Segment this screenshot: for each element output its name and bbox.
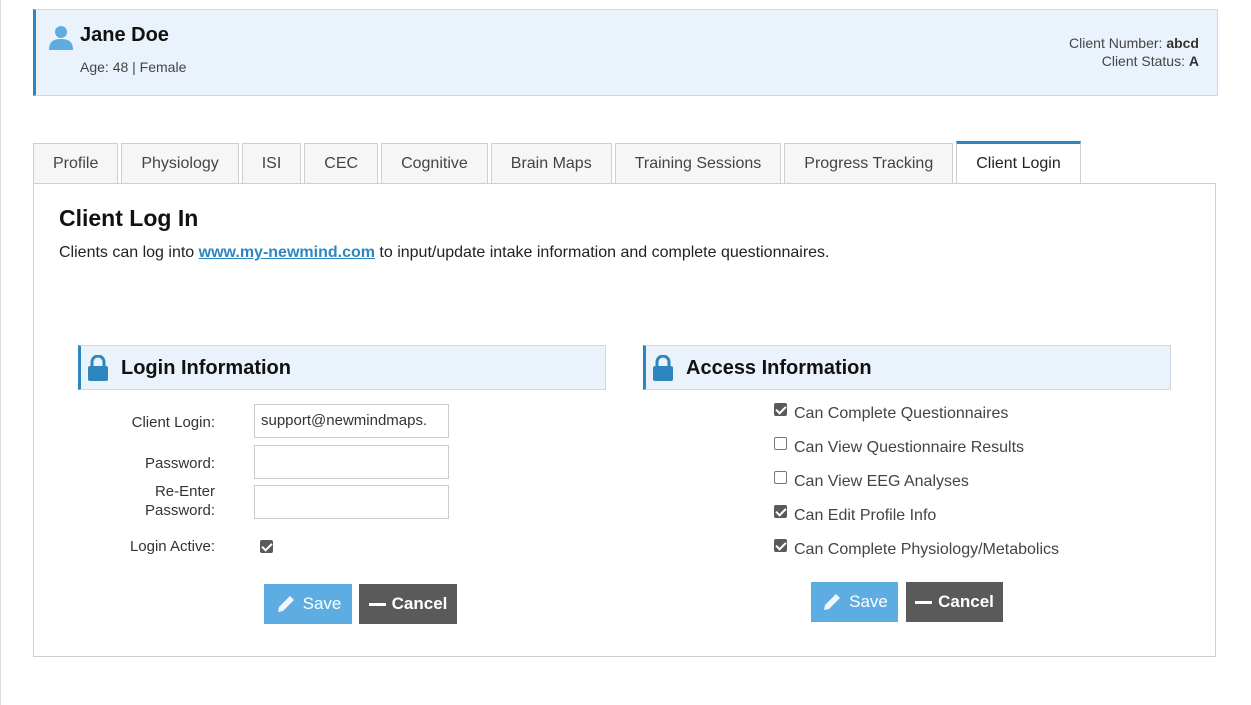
tab-physiology[interactable]: Physiology xyxy=(121,143,239,184)
password-input[interactable] xyxy=(254,445,449,479)
page-left-border xyxy=(0,0,1,705)
access-cancel-button[interactable]: Cancel xyxy=(906,582,1003,622)
reenter-label-line2: Password: xyxy=(144,502,215,519)
panel-title: Client Log In xyxy=(59,205,199,231)
login-cancel-button[interactable]: Cancel xyxy=(359,584,457,624)
tab-isi[interactable]: ISI xyxy=(241,143,302,184)
person-icon xyxy=(49,26,73,50)
client-age-gender: Age: 48 | Female xyxy=(80,59,187,75)
tab-client-login[interactable]: Client Login xyxy=(956,141,1081,184)
checkbox-view-eeg-analyses[interactable] xyxy=(774,471,787,484)
label-edit-profile-info: Can Edit Profile Info xyxy=(794,507,937,524)
login-info-header: Login Information xyxy=(78,345,606,390)
access-info-header: Access Information xyxy=(643,345,1171,390)
reenter-password-label: Re-Enter Password: xyxy=(75,482,215,520)
password-label: Password: xyxy=(144,455,215,472)
tab-bar: Profile Physiology ISI CEC Cognitive Bra… xyxy=(33,141,1081,184)
access-save-button[interactable]: Save xyxy=(811,582,898,622)
login-save-label: Save xyxy=(302,594,342,613)
tab-progress-tracking[interactable]: Progress Tracking xyxy=(784,143,954,184)
desc-text-after: to input/update intake information and c… xyxy=(374,244,830,261)
checkbox-complete-questionnaires[interactable] xyxy=(774,403,787,416)
client-login-panel: Client Log In Clients can log into www.m… xyxy=(33,183,1216,657)
login-cancel-label: Cancel xyxy=(391,594,448,613)
access-save-label: Save xyxy=(849,592,888,611)
client-name: Jane Doe xyxy=(80,24,169,46)
login-active-checkbox[interactable] xyxy=(260,540,273,553)
client-number-value: abcd xyxy=(1166,35,1199,51)
tab-brain-maps[interactable]: Brain Maps xyxy=(490,143,612,184)
minus-icon xyxy=(368,602,386,606)
panel-description: Clients can log into www.my-newmind.com … xyxy=(59,244,829,262)
client-number-label: Client Number: xyxy=(1069,35,1163,51)
client-login-label: Client Login: xyxy=(131,414,215,431)
client-login-input[interactable]: support@newmindmaps. xyxy=(254,404,449,438)
login-save-button[interactable]: Save xyxy=(264,584,352,624)
client-header: Jane Doe Age: 48 | Female Client Number:… xyxy=(33,9,1218,96)
tab-profile[interactable]: Profile xyxy=(33,143,119,184)
access-info-title: Access Information xyxy=(686,357,872,379)
client-status-value: A xyxy=(1188,53,1199,69)
login-active-label: Login Active: xyxy=(129,538,215,555)
client-status-label: Client Status: xyxy=(1101,53,1185,69)
lock-icon xyxy=(88,355,108,381)
label-complete-physiology: Can Complete Physiology/Metabolics xyxy=(794,541,1060,558)
tab-cec[interactable]: CEC xyxy=(304,143,379,184)
pencil-icon xyxy=(824,594,841,610)
checkbox-complete-physiology[interactable] xyxy=(774,539,787,552)
label-view-questionnaire-results: Can View Questionnaire Results xyxy=(794,439,1025,456)
pencil-icon xyxy=(277,596,294,612)
access-cancel-label: Cancel xyxy=(938,592,994,611)
client-info: Client Number: abcd Client Status: A xyxy=(1069,34,1199,70)
lock-icon xyxy=(653,355,673,381)
label-complete-questionnaires: Can Complete Questionnaires xyxy=(794,405,1009,422)
reenter-password-input[interactable] xyxy=(254,485,449,519)
newmind-link[interactable]: www.my-newmind.com xyxy=(199,244,375,261)
tab-training-sessions[interactable]: Training Sessions xyxy=(614,143,782,184)
tab-cognitive[interactable]: Cognitive xyxy=(381,143,488,184)
checkbox-edit-profile-info[interactable] xyxy=(774,505,787,518)
desc-text-before: Clients can log into xyxy=(59,244,199,261)
minus-icon xyxy=(915,600,933,604)
label-view-eeg-analyses: Can View EEG Analyses xyxy=(794,473,969,490)
reenter-label-line1: Re-Enter xyxy=(154,483,215,500)
checkbox-view-questionnaire-results[interactable] xyxy=(774,437,787,450)
login-info-title: Login Information xyxy=(121,357,291,379)
